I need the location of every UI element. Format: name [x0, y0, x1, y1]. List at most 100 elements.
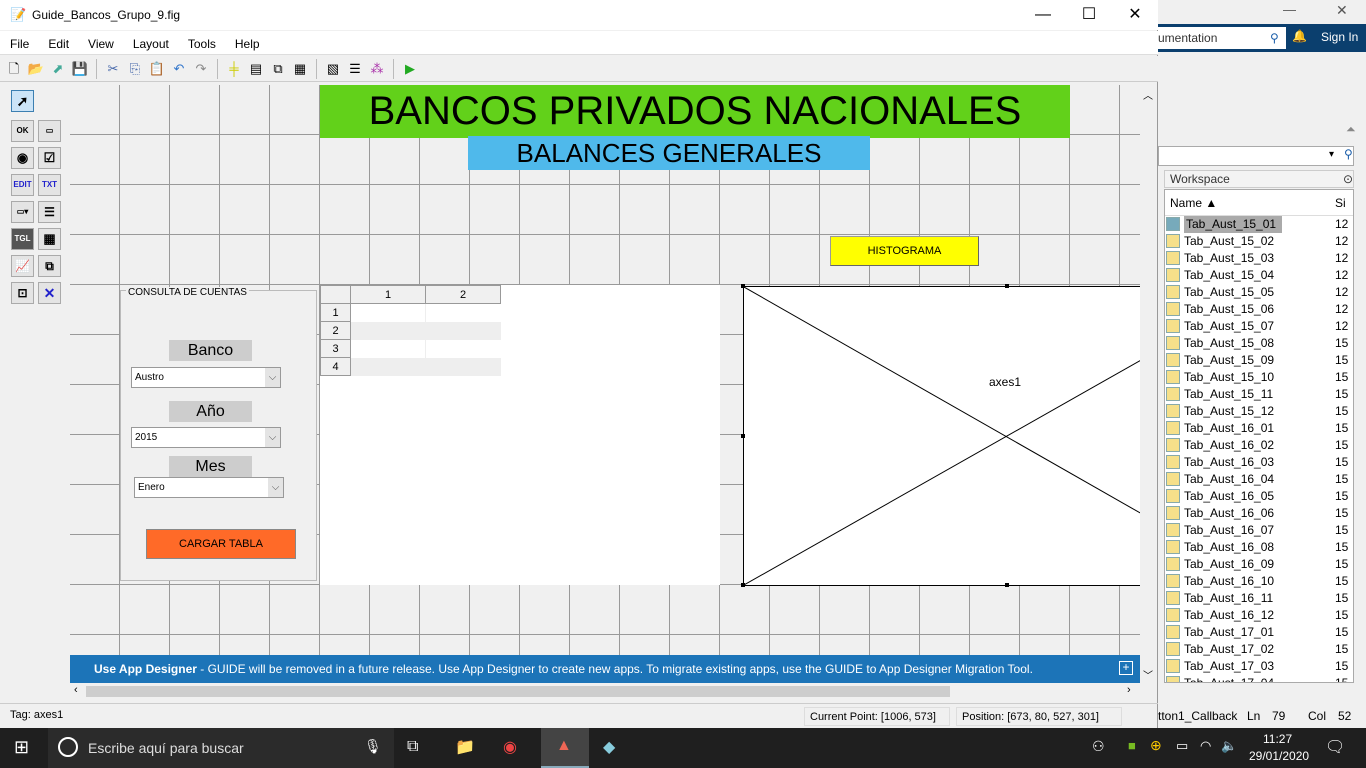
vertical-scrollbar[interactable]: ︿ ﹀	[1140, 85, 1157, 683]
button-group-tool-icon[interactable]: ⊡	[11, 282, 34, 304]
task-view-icon[interactable]: ⧉	[407, 738, 418, 756]
menu-layout[interactable]: Layout	[122, 31, 177, 51]
banco-dropdown[interactable]: Austro ⌵	[131, 367, 281, 388]
volume-icon[interactable]: 🔈	[1221, 738, 1237, 754]
consulta-panel[interactable]: CONSULTA DE CUENTAS Banco Austro ⌵ Año 20…	[120, 287, 317, 581]
toolbar-editor-icon[interactable]: ▦	[291, 60, 309, 78]
workspace-variable[interactable]: Tab_Aust_15_09 15	[1165, 352, 1353, 369]
chevron-down-icon[interactable]: ⌵	[268, 478, 283, 497]
workspace-variable[interactable]: Tab_Aust_16_06 15	[1165, 505, 1353, 522]
edit-text-tool-icon[interactable]: EDIT	[11, 174, 34, 196]
battery-icon[interactable]: ▭	[1176, 738, 1188, 754]
histograma-button[interactable]: HISTOGRAMA	[830, 236, 979, 266]
menu-tools[interactable]: Tools	[177, 31, 224, 51]
nvidia-icon[interactable]: ■	[1128, 738, 1136, 753]
resize-handle[interactable]	[741, 583, 745, 587]
dropdown-icon[interactable]: ▾	[1329, 149, 1334, 160]
scroll-down-icon[interactable]: ﹀	[1143, 667, 1153, 682]
table-cell[interactable]	[351, 358, 426, 376]
menu-view[interactable]: View	[77, 31, 122, 51]
checkbox-tool-icon[interactable]: ☑	[38, 147, 61, 169]
workspace-variable[interactable]: Tab_Aust_15_08 15	[1165, 335, 1353, 352]
bell-icon[interactable]: 🔔	[1292, 29, 1307, 43]
scroll-thumb[interactable]	[86, 686, 950, 697]
static-text-tool-icon[interactable]: TXT	[38, 174, 61, 196]
close-icon[interactable]: ✕	[1336, 2, 1348, 19]
workspace-variable[interactable]: Tab_Aust_17_02 15	[1165, 641, 1353, 658]
subtitle-text[interactable]: BALANCES GENERALES	[468, 136, 870, 170]
workspace-variable[interactable]: Tab_Aust_16_08 15	[1165, 539, 1353, 556]
table-tool-icon[interactable]: ▦	[38, 228, 61, 250]
plus-app-icon[interactable]: ⊕	[1150, 737, 1162, 754]
table-cell[interactable]	[351, 322, 426, 340]
toggle-button-tool-icon[interactable]: TGL	[11, 228, 34, 250]
anio-dropdown[interactable]: 2015 ⌵	[131, 427, 281, 448]
notifications-icon[interactable]: 🗨	[1325, 737, 1345, 757]
menu-help[interactable]: Help	[224, 31, 268, 51]
menu-editor-icon[interactable]: ▤	[247, 60, 265, 78]
search-icon[interactable]: ⚲	[1270, 27, 1279, 49]
workspace-variable[interactable]: Tab_Aust_16_07 15	[1165, 522, 1353, 539]
copy-icon[interactable]: ⎘	[126, 60, 144, 78]
name-column-header[interactable]: Name ▲	[1170, 190, 1217, 216]
table-cell[interactable]	[350, 303, 426, 322]
table-cell[interactable]	[426, 322, 501, 340]
maximize-button[interactable]: ☐	[1066, 0, 1112, 30]
title-text[interactable]: BANCOS PRIVADOS NACIONALES	[320, 85, 1070, 138]
sign-in-link[interactable]: Sign In	[1321, 30, 1358, 44]
matlab-taskbar-button[interactable]: ▲	[541, 728, 589, 768]
axes-tool-icon[interactable]: 📈	[11, 255, 34, 277]
workspace-variable[interactable]: Tab_Aust_15_03 12	[1165, 250, 1353, 267]
workspace-variable[interactable]: Tab_Aust_15_05 12	[1165, 284, 1353, 301]
info-bold[interactable]: Use App Designer	[94, 662, 197, 676]
workspace-variable[interactable]: Tab_Aust_15_07 12	[1165, 318, 1353, 335]
workspace-variable[interactable]: Tab_Aust_16_09 15	[1165, 556, 1353, 573]
new-icon[interactable]: 🗋	[5, 60, 23, 78]
property-inspector-icon[interactable]: ☰	[346, 60, 364, 78]
push-button-tool-icon[interactable]: OK	[11, 120, 34, 142]
workspace-variable[interactable]: Tab_Aust_16_10 15	[1165, 573, 1353, 590]
chevron-down-icon[interactable]: ⌵	[265, 428, 280, 447]
workspace-variable[interactable]: Tab_Aust_16_05 15	[1165, 488, 1353, 505]
table-cell[interactable]	[426, 358, 501, 376]
guide-taskbar-icon[interactable]: ◆	[603, 737, 615, 757]
workspace-variable[interactable]: Tab_Aust_16_03 15	[1165, 454, 1353, 471]
workspace-variable[interactable]: Tab_Aust_15_12 15	[1165, 403, 1353, 420]
search-icon[interactable]: ⚲	[1344, 147, 1353, 161]
close-button[interactable]: ✕	[1112, 0, 1158, 30]
scroll-left-icon[interactable]: ‹	[74, 684, 78, 696]
clock-date[interactable]: 29/01/2020	[1249, 749, 1309, 763]
radio-button-tool-icon[interactable]: ◉	[11, 147, 34, 169]
run-icon[interactable]: ▶	[401, 60, 419, 78]
scroll-up-icon[interactable]: ︿	[1143, 87, 1153, 102]
panel-tool-icon[interactable]: ⧉	[38, 255, 61, 277]
workspace-variable[interactable]: Tab_Aust_15_02 12	[1165, 233, 1353, 250]
menu-edit[interactable]: Edit	[37, 31, 77, 51]
people-icon[interactable]: ⚇	[1092, 738, 1105, 755]
windows-start-icon[interactable]: ⊞	[14, 737, 29, 758]
cargar-tabla-button[interactable]: CARGAR TABLA	[146, 529, 296, 559]
row-header[interactable]: 3	[320, 339, 351, 358]
collapse-icon[interactable]: ⏶	[1346, 122, 1356, 137]
scroll-right-icon[interactable]: ›	[1127, 684, 1131, 696]
minimize-icon[interactable]: —	[1283, 2, 1296, 17]
resize-handle[interactable]	[1005, 583, 1009, 587]
object-browser-icon[interactable]: ⁂	[368, 60, 386, 78]
options-icon[interactable]: ⊙	[1343, 171, 1353, 187]
workspace-variable[interactable]: Tab_Aust_15_01 12	[1165, 216, 1353, 233]
documentation-search[interactable]: umentation ⚲	[1158, 27, 1286, 49]
resize-handle[interactable]	[1005, 284, 1009, 288]
save-icon[interactable]: 💾	[71, 60, 89, 78]
chrome-icon[interactable]: ◉	[503, 737, 517, 757]
cut-icon[interactable]: ✂	[104, 60, 122, 78]
workspace-variable[interactable]: Tab_Aust_16_02 15	[1165, 437, 1353, 454]
editor-icon[interactable]: ▧	[324, 60, 342, 78]
data-table[interactable]: 12 1 2 3 4	[320, 285, 720, 585]
export-icon[interactable]: ⬈	[49, 60, 67, 78]
workspace-variable[interactable]: Tab_Aust_16_04 15	[1165, 471, 1353, 488]
workspace-variable[interactable]: Tab_Aust_17_01 15	[1165, 624, 1353, 641]
expand-icon[interactable]: +	[1119, 661, 1133, 675]
workspace-filter[interactable]: ▾	[1158, 146, 1354, 166]
select-tool-icon[interactable]: ➚	[11, 90, 34, 112]
row-header[interactable]: 2	[320, 321, 351, 340]
